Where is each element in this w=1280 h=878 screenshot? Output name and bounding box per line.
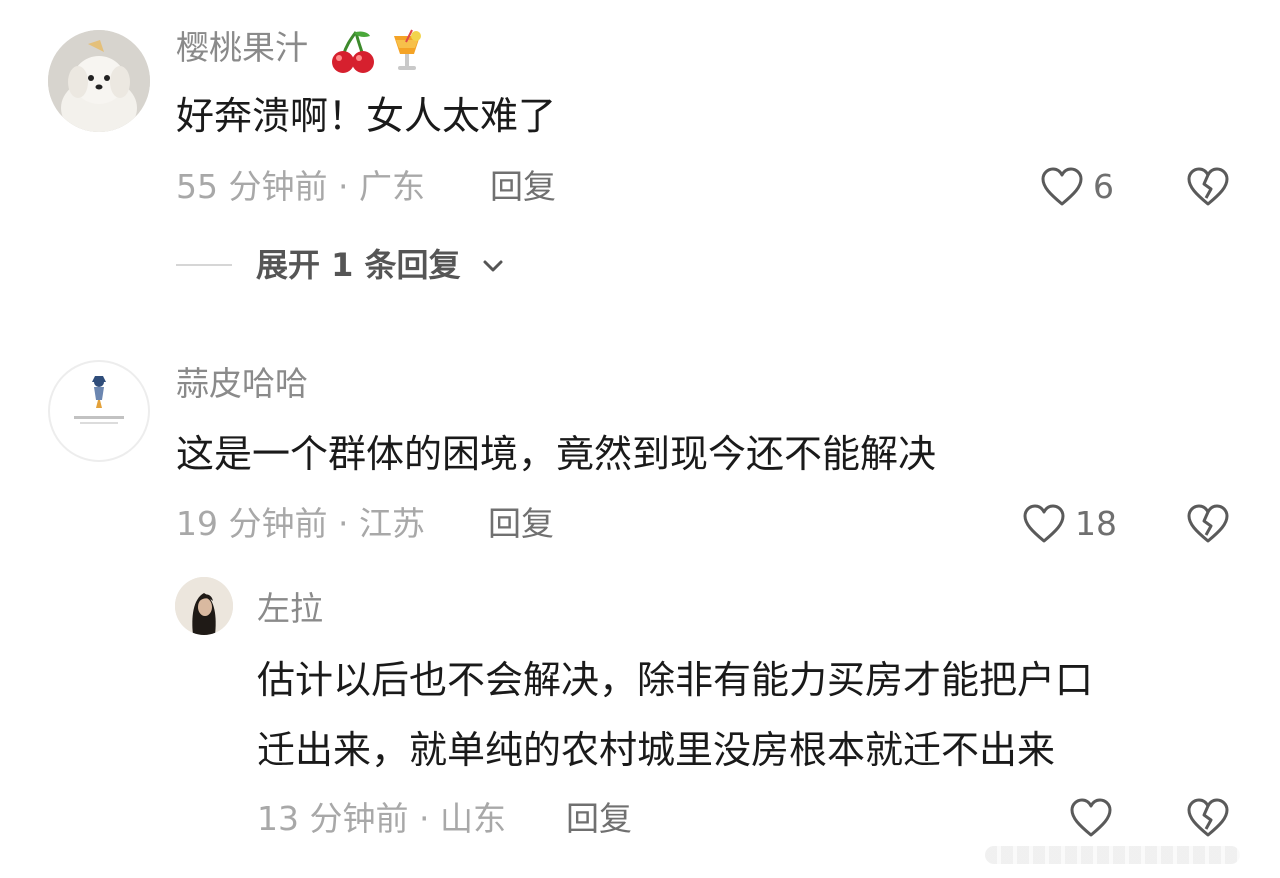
avatar[interactable] (48, 30, 150, 132)
dog-avatar-icon (48, 30, 150, 132)
reply-username[interactable]: 左拉 (257, 589, 323, 629)
broken-heart-icon[interactable] (1186, 503, 1230, 545)
watermark (985, 846, 1240, 864)
broken-heart-icon[interactable] (1186, 797, 1230, 839)
like-count: 6 (1093, 167, 1114, 206)
broken-heart-icon[interactable] (1186, 166, 1230, 208)
reply-button[interactable]: 回复 (488, 504, 554, 544)
reply-time-location: 13 分钟前 · 山东 (257, 799, 506, 838)
comment-time-location: 55 分钟前 · 广东 (176, 167, 425, 206)
figure-avatar-icon (74, 376, 124, 424)
comment-text: 好奔溃啊！女人太难了 (176, 94, 557, 138)
expand-divider (176, 264, 232, 266)
heart-outline-icon[interactable] (1069, 797, 1113, 839)
tropical-drink-emoji-icon (390, 28, 424, 74)
heart-outline-icon[interactable] (1022, 503, 1066, 545)
comment-text: 这是一个群体的困境，竟然到现今还不能解决 (176, 432, 937, 476)
reply-button[interactable]: 回复 (490, 167, 556, 207)
cherry-emoji-icon (330, 30, 376, 74)
avatar[interactable] (48, 360, 150, 462)
comment-username[interactable]: 蒜皮哈哈 (176, 364, 308, 404)
comment-username[interactable]: 樱桃果汁 (176, 28, 308, 68)
avatar[interactable] (175, 577, 233, 635)
reply-text-line-2: 迁出来，就单纯的农村城里没房根本就迁不出来 (257, 728, 1056, 772)
heart-outline-icon[interactable] (1040, 166, 1084, 208)
expand-replies-button[interactable]: 展开 1 条回复 (256, 245, 461, 285)
chevron-down-icon[interactable] (482, 258, 504, 274)
comment-time-location: 19 分钟前 · 江苏 (176, 504, 425, 543)
woman-avatar-icon (175, 577, 233, 635)
like-count: 18 (1075, 504, 1117, 543)
reply-text-line-1: 估计以后也不会解决，除非有能力买房才能把户口 (257, 658, 1094, 702)
reply-button[interactable]: 回复 (566, 799, 632, 839)
